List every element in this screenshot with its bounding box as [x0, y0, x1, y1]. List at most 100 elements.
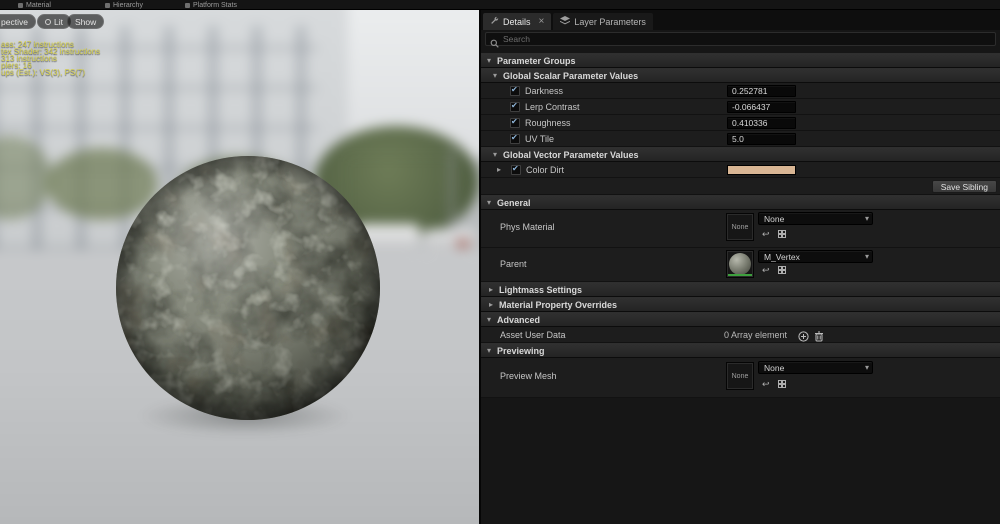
search-input[interactable]	[503, 34, 995, 44]
wrench-icon	[490, 16, 499, 27]
color-dirt-swatch[interactable]	[727, 165, 796, 175]
chevron-down-icon: ▾	[487, 198, 491, 207]
use-selected-asset-icon[interactable]: ↩	[762, 265, 770, 275]
save-sibling-button[interactable]: Save Sibling	[932, 180, 997, 193]
chevron-right-icon: ▸	[489, 300, 493, 309]
chevron-down-icon: ▾	[865, 214, 869, 223]
param-row-color-dirt: ▸ ✔ Color Dirt	[481, 162, 1000, 178]
tab-details[interactable]: Details ×	[483, 13, 551, 30]
param-label: UV Tile	[525, 134, 554, 144]
header-general[interactable]: ▾ General	[481, 195, 1000, 210]
search-bar	[481, 30, 1000, 48]
parent-thumbnail[interactable]	[726, 250, 754, 278]
check-icon: ✔	[511, 133, 518, 142]
check-icon: ✔	[512, 164, 519, 173]
check-icon: ✔	[511, 85, 518, 94]
property-label: Phys Material	[500, 222, 555, 232]
parent-dropdown[interactable]: M_Vertex ▾	[758, 250, 873, 263]
preview-mesh-dropdown[interactable]: None ▾	[758, 361, 873, 374]
param-label: Darkness	[525, 86, 563, 96]
search-icon	[490, 35, 499, 53]
toolbar-item-label: Platform Stats	[193, 2, 237, 9]
override-checkbox[interactable]: ✔	[510, 86, 520, 96]
phys-material-row: Phys Material None None ▾ ↩	[481, 210, 1000, 248]
search-box[interactable]	[485, 32, 996, 46]
shader-stats: ass: 247 instructions tex Shader: 342 in…	[1, 41, 100, 76]
details-panel: Details × Layer Parameters ▾ Parameter G…	[481, 10, 1000, 524]
check-icon: ✔	[511, 101, 518, 110]
toolbar-item-hierarchy[interactable]: Hierarchy	[105, 0, 143, 10]
stat-line: ups (Est.): VS(3), PS(7)	[1, 69, 100, 76]
close-icon[interactable]: ×	[539, 17, 545, 27]
chevron-down-icon: ▾	[487, 315, 491, 324]
expander-icon[interactable]: ▸	[497, 165, 501, 174]
phys-material-thumbnail[interactable]: None	[726, 213, 754, 241]
param-value-input[interactable]: -0.066437	[727, 101, 796, 113]
param-value-input[interactable]: 5.0	[727, 133, 796, 145]
layers-icon	[560, 16, 570, 27]
check-icon: ✔	[511, 117, 518, 126]
override-checkbox[interactable]: ✔	[510, 118, 520, 128]
asset-color-bar	[728, 274, 752, 276]
toolbar-item-material[interactable]: Material	[18, 0, 51, 10]
lit-button-label: Lit	[54, 17, 63, 27]
preview-mesh-thumbnail[interactable]: None	[726, 362, 754, 390]
tab-layer-parameters[interactable]: Layer Parameters	[553, 13, 653, 30]
asset-user-data-row: Asset User Data 0 Array element	[481, 327, 1000, 343]
param-row-roughness: ✔ Roughness 0.410336	[481, 115, 1000, 131]
chevron-down-icon: ▾	[865, 252, 869, 261]
header-global-scalar[interactable]: ▾ Global Scalar Parameter Values	[481, 68, 1000, 83]
perspective-button[interactable]: pective	[0, 14, 36, 29]
header-material-property-overrides[interactable]: ▸ Material Property Overrides	[481, 297, 1000, 312]
property-label: Preview Mesh	[500, 371, 557, 381]
phys-material-dropdown[interactable]: None ▾	[758, 212, 873, 225]
param-value-input[interactable]: 0.252781	[727, 85, 796, 97]
array-count: 0 Array element	[724, 330, 787, 340]
use-selected-asset-icon[interactable]: ↩	[762, 379, 770, 389]
header-label: Global Vector Parameter Values	[503, 150, 639, 160]
chevron-down-icon: ▾	[487, 346, 491, 355]
param-label: Color Dirt	[526, 165, 564, 175]
override-checkbox[interactable]: ✔	[510, 102, 520, 112]
browse-to-asset-icon[interactable]	[778, 380, 786, 390]
param-label: Lerp Contrast	[525, 102, 580, 112]
use-selected-asset-icon[interactable]: ↩	[762, 229, 770, 239]
dropdown-value: M_Vertex	[764, 252, 800, 263]
header-label: Lightmass Settings	[499, 285, 582, 295]
material-preview-viewport[interactable]: pective Lit Show ass: 247 instructions t…	[0, 10, 479, 524]
material-instance-editor: Material Hierarchy Platform Stats	[0, 0, 1000, 524]
override-checkbox[interactable]: ✔	[511, 165, 521, 175]
toolbar-item-label: Hierarchy	[113, 2, 143, 9]
param-row-uv-tile: ✔ UV Tile 5.0	[481, 131, 1000, 147]
car	[456, 239, 470, 248]
chevron-down-icon: ▾	[865, 363, 869, 372]
chevron-down-icon: ▾	[487, 56, 491, 65]
header-label: Global Scalar Parameter Values	[503, 71, 638, 81]
panel-tab-bar: Details × Layer Parameters	[481, 10, 1000, 30]
dropdown-value: None	[764, 214, 784, 225]
header-lightmass-settings[interactable]: ▸ Lightmass Settings	[481, 282, 1000, 297]
preview-sphere[interactable]	[113, 153, 383, 423]
header-previewing[interactable]: ▾ Previewing	[481, 343, 1000, 358]
header-parameter-groups[interactable]: ▾ Parameter Groups	[481, 53, 1000, 68]
show-button[interactable]: Show	[67, 14, 104, 29]
header-global-vector[interactable]: ▾ Global Vector Parameter Values	[481, 147, 1000, 162]
browse-to-asset-icon[interactable]	[778, 230, 786, 240]
param-label: Roughness	[525, 118, 571, 128]
browse-to-asset-icon[interactable]	[778, 266, 786, 276]
chevron-right-icon: ▸	[489, 285, 493, 294]
header-label: Material Property Overrides	[499, 300, 617, 310]
parent-row: Parent M_Vertex ▾ ↩	[481, 248, 1000, 282]
param-value-input[interactable]: 0.410336	[727, 117, 796, 129]
header-advanced[interactable]: ▾ Advanced	[481, 312, 1000, 327]
toolbar-icon	[105, 3, 110, 8]
toolbar-item-platform-stats[interactable]: Platform Stats	[185, 0, 237, 10]
toolbar-item-label: Material	[26, 2, 51, 9]
override-checkbox[interactable]: ✔	[510, 134, 520, 144]
chevron-down-icon: ▾	[493, 150, 497, 159]
header-label: Advanced	[497, 315, 540, 325]
lit-mode-button[interactable]: Lit	[37, 14, 71, 29]
header-label: General	[497, 198, 531, 208]
property-label: Parent	[500, 259, 527, 269]
header-label: Previewing	[497, 346, 545, 356]
